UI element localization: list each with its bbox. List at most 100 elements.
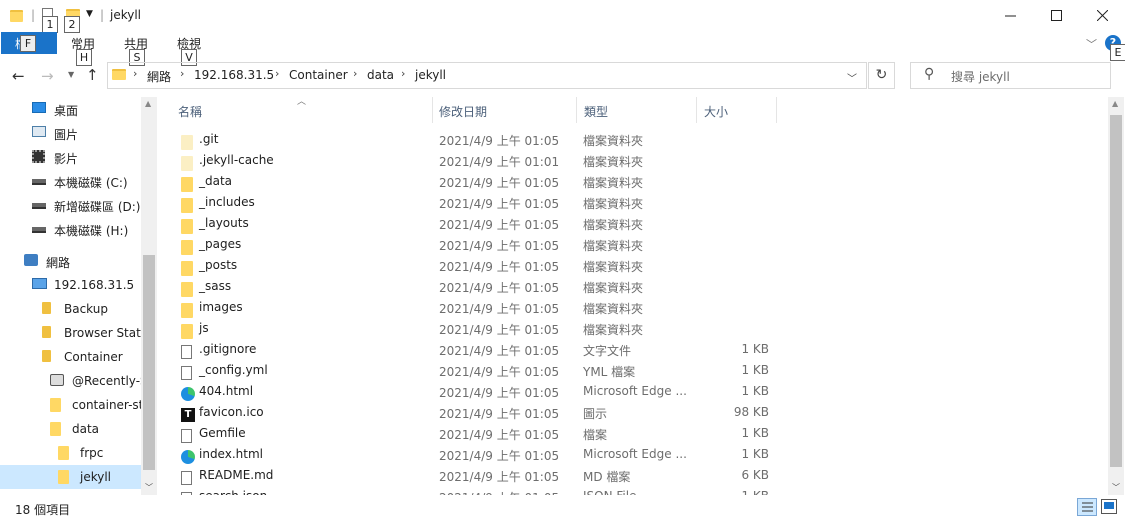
column-header-date[interactable]: 修改日期	[439, 103, 487, 120]
breadcrumb-separator-icon[interactable]: ›	[353, 67, 357, 80]
folder-icon	[181, 174, 194, 192]
file-row[interactable]: _config.yml 2021/4/9 上午 01:05 YML 檔案 1 KB	[170, 360, 800, 381]
breadcrumb-separator-icon[interactable]: ›	[133, 67, 137, 80]
file-size: 1 KB	[741, 342, 769, 356]
file-row[interactable]: _includes 2021/4/9 上午 01:05 檔案資料夾	[170, 192, 800, 213]
folder-icon	[181, 300, 194, 318]
file-type: 文字文件	[583, 344, 632, 358]
title-separator: |	[31, 8, 36, 22]
desktop-icon	[32, 102, 46, 116]
close-button[interactable]	[1079, 0, 1125, 30]
file-row[interactable]: _data 2021/4/9 上午 01:05 檔案資料夾	[170, 171, 800, 192]
folder-icon	[181, 258, 194, 276]
file-list[interactable]: .git 2021/4/9 上午 01:05 檔案資料夾 .jekyll-cache 2…	[0, 129, 1108, 495]
favicon-file-icon: T	[181, 405, 195, 422]
breadcrumb-separator-icon[interactable]: ›	[275, 67, 279, 80]
file-size: 1 KB	[741, 384, 769, 398]
status-item-count: 18 個項目	[15, 503, 71, 517]
window-folder-icon	[10, 10, 23, 22]
column-divider[interactable]	[432, 97, 433, 123]
breadcrumb-separator-icon[interactable]: ›	[180, 67, 184, 80]
column-divider[interactable]	[776, 97, 777, 123]
forward-arrow-icon[interactable]: →	[41, 67, 54, 85]
folder-icon	[181, 321, 194, 339]
column-header-type[interactable]: 類型	[584, 103, 608, 120]
file-name: _pages	[199, 237, 242, 251]
file-row[interactable]: _layouts 2021/4/9 上午 01:05 檔案資料夾	[170, 213, 800, 234]
file-size: 1 KB	[741, 426, 769, 440]
file-row[interactable]: images 2021/4/9 上午 01:05 檔案資料夾	[170, 297, 800, 318]
nav-scroll-up-icon[interactable]: ▲	[145, 99, 151, 108]
sort-ascending-icon: ︿	[297, 97, 307, 107]
file-row[interactable]: index.html 2021/4/9 上午 01:05 Microsoft Edg…	[170, 444, 800, 465]
list-scroll-thumb[interactable]	[1110, 115, 1122, 467]
breadcrumb-host[interactable]: 192.168.31.5	[194, 68, 274, 82]
file-row[interactable]: _posts 2021/4/9 上午 01:05 檔案資料夾	[170, 255, 800, 276]
file-modified-date: 2021/4/9 上午 01:05	[439, 407, 560, 421]
file-list-scrollbar[interactable]: ▲ ﹀	[1108, 97, 1124, 495]
list-scroll-up-icon[interactable]: ▲	[1112, 99, 1118, 108]
file-row[interactable]: .git 2021/4/9 上午 01:05 檔案資料夾	[170, 129, 800, 150]
breadcrumb-jekyll[interactable]: jekyll	[415, 68, 446, 82]
file-name: _posts	[199, 258, 238, 272]
large-icons-view-icon[interactable]	[1101, 499, 1117, 514]
file-row[interactable]: _pages 2021/4/9 上午 01:05 檔案資料夾	[170, 234, 800, 255]
file-row[interactable]: .gitignore 2021/4/9 上午 01:05 文字文件 1 KB	[170, 339, 800, 360]
file-type: 檔案資料夾	[583, 218, 644, 232]
breadcrumb-network[interactable]: 網路	[147, 68, 171, 85]
file-name: .jekyll-cache	[199, 153, 274, 167]
file-type: 檔案資料夾	[583, 239, 644, 253]
keytip-help: E	[1110, 44, 1125, 61]
file-row[interactable]: js 2021/4/9 上午 01:05 檔案資料夾	[170, 318, 800, 339]
breadcrumb-separator-icon[interactable]: ›	[401, 67, 405, 80]
file-row[interactable]: Gemfile 2021/4/9 上午 01:05 檔案 1 KB	[170, 423, 800, 444]
column-header-size[interactable]: 大小	[704, 103, 728, 120]
file-name: 404.html	[199, 384, 254, 398]
file-modified-date: 2021/4/9 上午 01:05	[439, 218, 560, 232]
keytip-home: H	[76, 49, 92, 66]
details-view-icon[interactable]	[1077, 498, 1097, 516]
file-modified-date: 2021/4/9 上午 01:05	[439, 344, 560, 358]
file-modified-date: 2021/4/9 上午 01:01	[439, 155, 560, 169]
expand-ribbon-icon[interactable]: ﹀	[1086, 36, 1097, 52]
file-name: js	[199, 321, 209, 335]
keytip-quickaccess-2: 2	[64, 16, 80, 33]
column-header-name[interactable]: 名稱	[178, 103, 202, 120]
column-divider[interactable]	[696, 97, 697, 123]
customize-quickaccess-icon[interactable]: ▼	[86, 9, 93, 19]
file-type: 圖示	[583, 407, 608, 421]
file-modified-date: 2021/4/9 上午 01:05	[439, 470, 560, 484]
file-name: search.json	[199, 489, 267, 495]
file-row[interactable]: _sass 2021/4/9 上午 01:05 檔案資料夾	[170, 276, 800, 297]
folder-icon	[181, 279, 194, 297]
file-type: 檔案資料夾	[583, 176, 644, 190]
breadcrumb-data[interactable]: data	[367, 68, 394, 82]
document-icon	[181, 426, 194, 443]
column-divider[interactable]	[576, 97, 577, 123]
breadcrumb-container[interactable]: Container	[289, 68, 348, 82]
minimize-button[interactable]	[987, 0, 1033, 30]
file-row[interactable]: README.md 2021/4/9 上午 01:05 MD 檔案 6 KB	[170, 465, 800, 486]
list-scroll-down-icon[interactable]: ﹀	[1112, 482, 1120, 493]
address-history-chevron-icon[interactable]: ﹀	[847, 70, 857, 85]
file-row[interactable]: search.json 2021/4/9 上午 01:05 JSON File 1 K…	[170, 486, 800, 495]
file-type: 檔案資料夾	[583, 134, 644, 148]
file-modified-date: 2021/4/9 上午 01:05	[439, 428, 560, 442]
file-name: images	[199, 300, 243, 314]
maximize-button[interactable]	[1033, 0, 1079, 30]
hidden-folder-icon	[181, 153, 194, 171]
up-arrow-icon[interactable]: ↑	[86, 66, 99, 84]
title-separator-2: |	[100, 8, 105, 22]
search-box[interactable]	[910, 62, 1111, 89]
refresh-button[interactable]: ↻	[868, 62, 895, 89]
file-modified-date: 2021/4/9 上午 01:05	[439, 449, 560, 463]
file-type: 檔案資料夾	[583, 197, 644, 211]
document-icon	[181, 489, 194, 495]
file-row[interactable]: 404.html 2021/4/9 上午 01:05 Microsoft Edge …	[170, 381, 800, 402]
file-row[interactable]: .jekyll-cache 2021/4/9 上午 01:01 檔案資料夾	[170, 150, 800, 171]
file-row[interactable]: Tfavicon.ico 2021/4/9 上午 01:05 圖示 98 KB	[170, 402, 800, 423]
nav-item[interactable]: 桌面	[0, 97, 141, 121]
back-arrow-icon[interactable]: ←	[12, 67, 25, 85]
address-folder-icon	[112, 69, 126, 80]
recent-locations-icon[interactable]: ▼	[68, 70, 74, 79]
